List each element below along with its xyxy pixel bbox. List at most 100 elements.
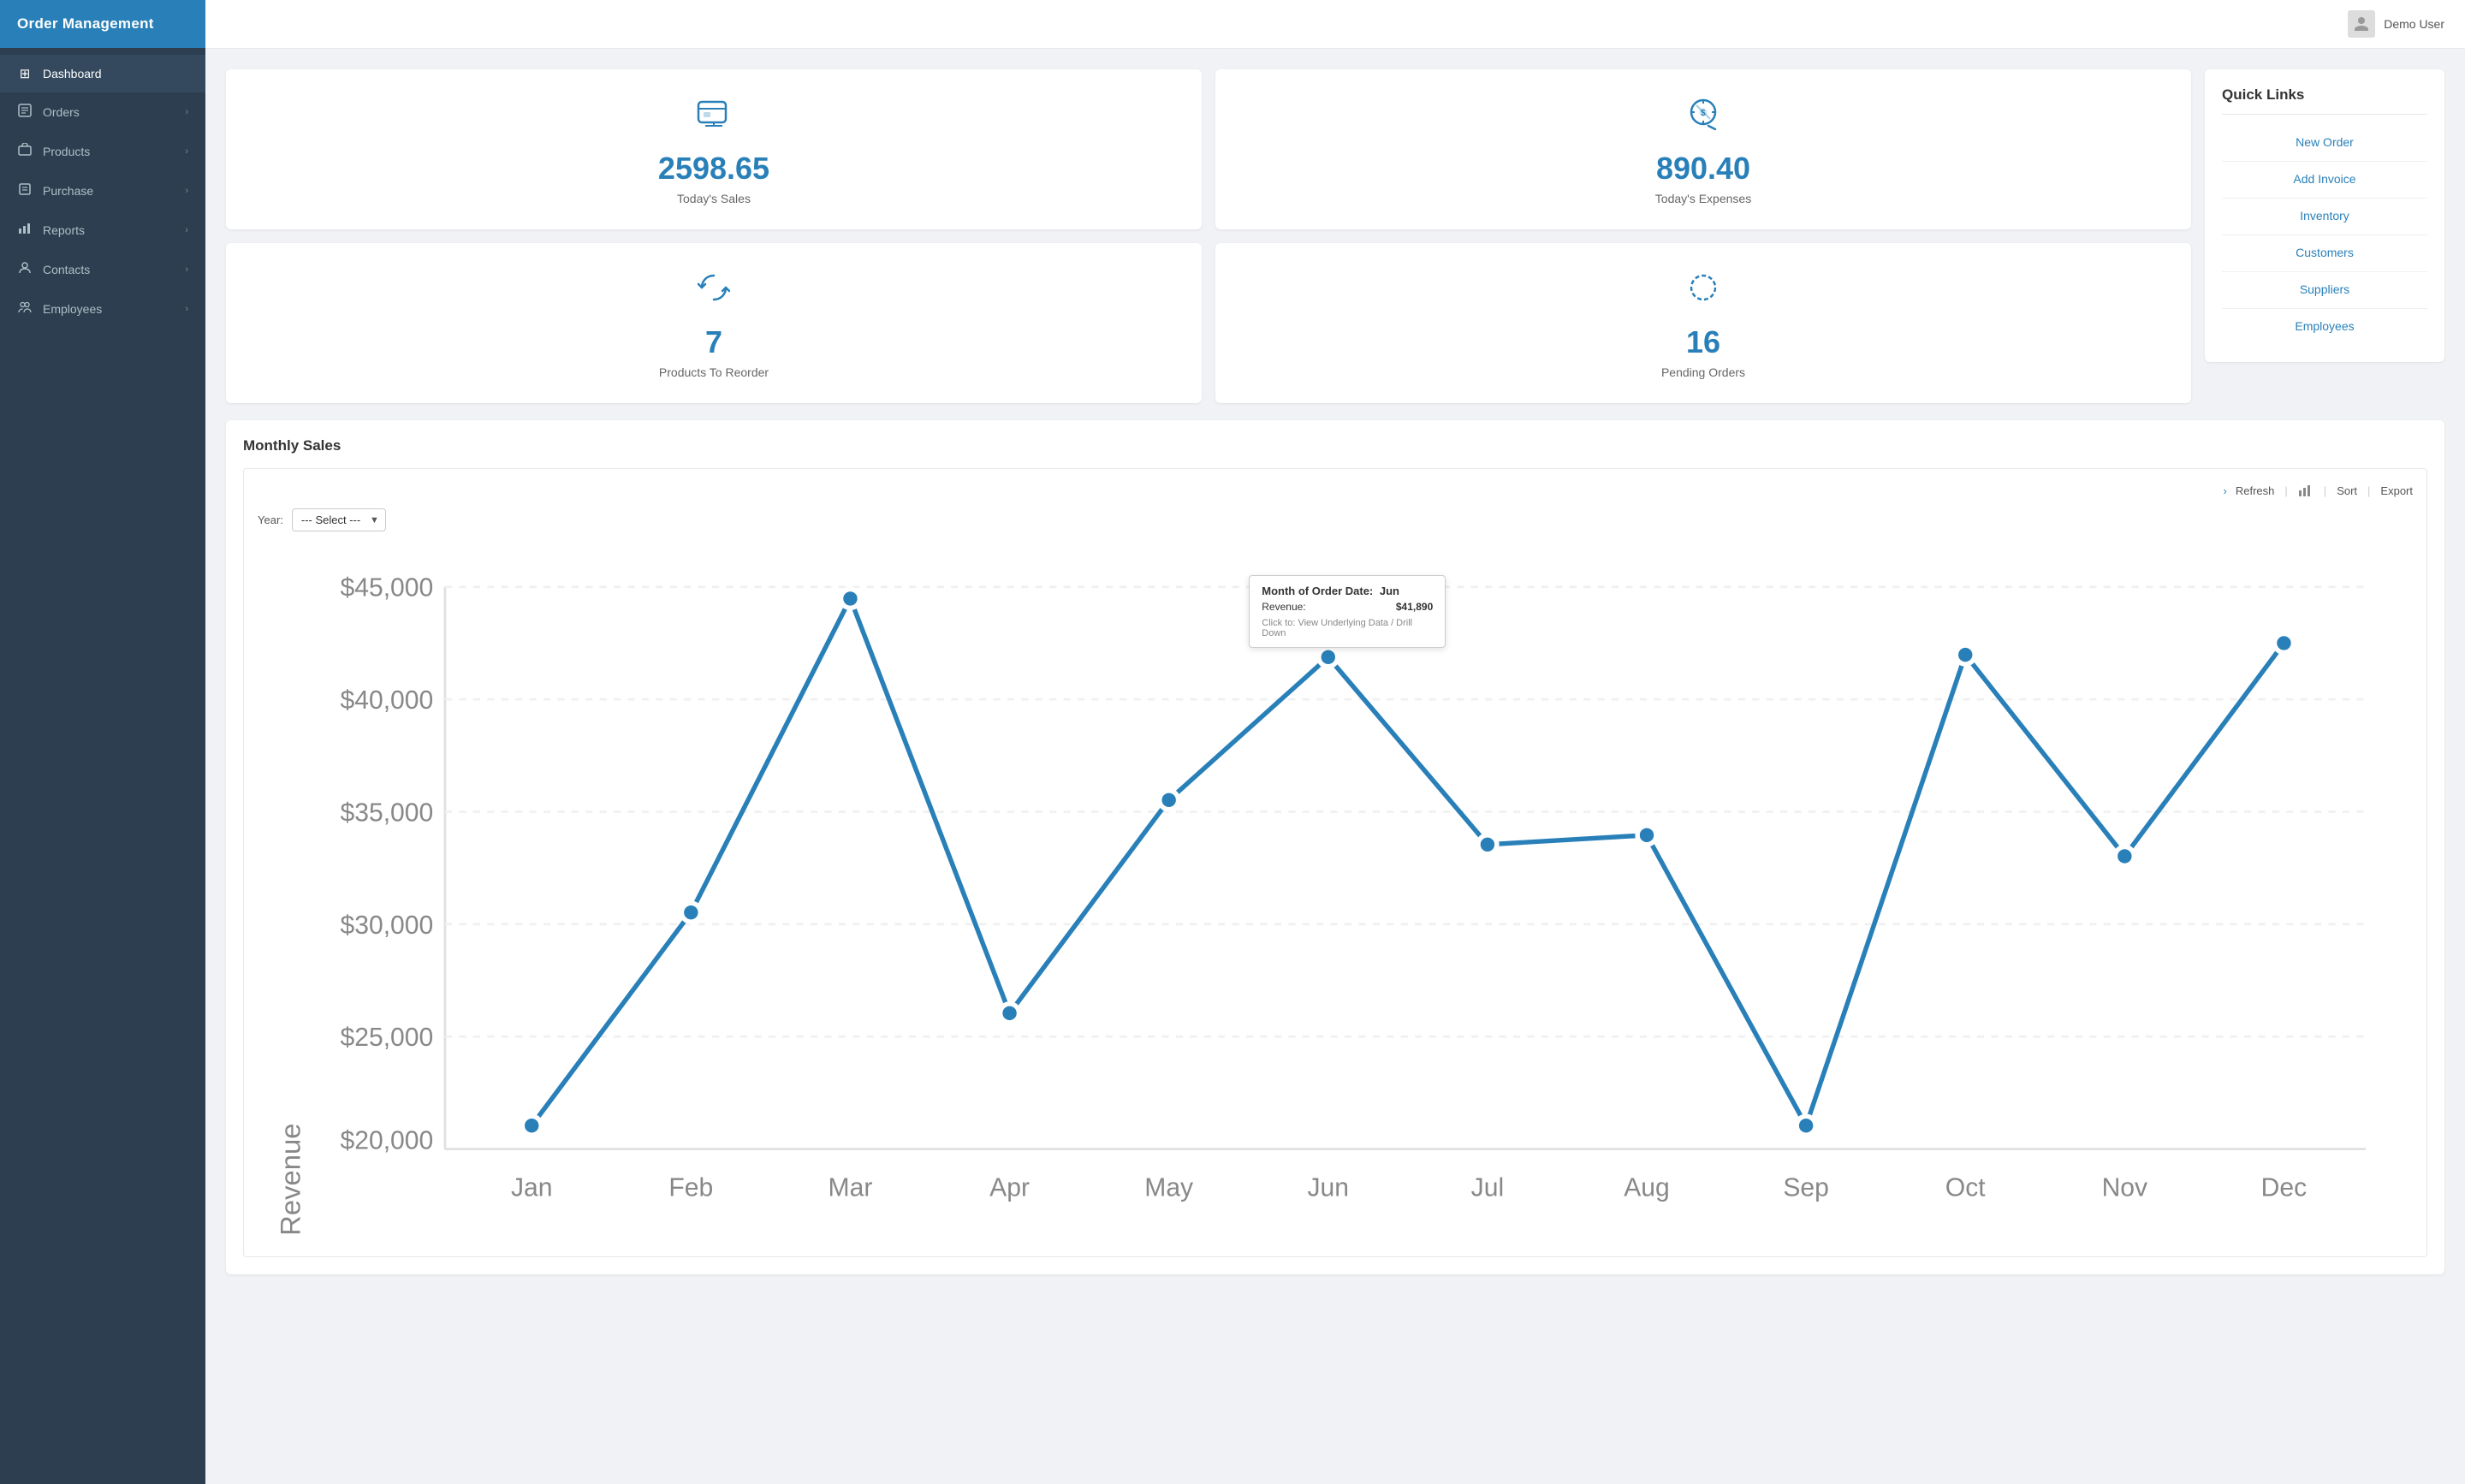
- customers-link[interactable]: Customers: [2296, 246, 2354, 259]
- x-label-jun: Jun: [1308, 1173, 1350, 1202]
- quick-link-add-invoice[interactable]: Add Invoice: [2222, 162, 2427, 199]
- data-point-mar[interactable]: [841, 589, 860, 608]
- year-select[interactable]: --- Select --- 2023 2022 2021: [292, 508, 386, 531]
- quick-link-suppliers[interactable]: Suppliers: [2222, 272, 2427, 309]
- expenses-icon: $: [1683, 93, 1724, 142]
- dashboard-icon: ⊞: [17, 66, 33, 81]
- avatar: [2348, 10, 2375, 38]
- orders-icon: [17, 104, 33, 121]
- year-label: Year:: [258, 513, 283, 526]
- user-info: Demo User: [2348, 10, 2444, 38]
- data-point-jan[interactable]: [522, 1116, 541, 1135]
- x-label-apr: Apr: [989, 1173, 1030, 1202]
- sidebar-label-reports: Reports: [43, 223, 85, 237]
- sidebar-item-contacts[interactable]: Contacts ›: [0, 250, 205, 289]
- sidebar-label-employees: Employees: [43, 302, 102, 316]
- stat-card-pending: 16 Pending Orders: [1215, 243, 2191, 403]
- refresh-button[interactable]: Refresh: [2236, 484, 2275, 497]
- sidebar-label-contacts: Contacts: [43, 263, 90, 276]
- stat-card-sales: 2598.65 Today's Sales: [226, 69, 1202, 229]
- quick-links-title: Quick Links: [2222, 86, 2427, 115]
- data-point-feb[interactable]: [681, 903, 700, 922]
- data-point-aug[interactable]: [1637, 826, 1656, 845]
- expenses-label: Today's Expenses: [1655, 192, 1751, 205]
- x-label-dec: Dec: [2261, 1173, 2308, 1202]
- sidebar-item-orders[interactable]: Orders ›: [0, 92, 205, 132]
- stat-card-reorder: 7 Products To Reorder: [226, 243, 1202, 403]
- sidebar-item-dashboard[interactable]: ⊞ Dashboard: [0, 55, 205, 92]
- y-label-30k: $30,000: [340, 911, 433, 940]
- data-point-jun[interactable]: [1319, 648, 1338, 667]
- sales-label: Today's Sales: [677, 192, 751, 205]
- x-label-feb: Feb: [668, 1173, 713, 1202]
- arrow-icon-products: ›: [185, 146, 188, 157]
- stat-card-expenses: $ 890.40 Today's Expenses: [1215, 69, 2191, 229]
- arrow-icon-reports: ›: [185, 225, 188, 235]
- toolbar-sep1: |: [2284, 484, 2287, 497]
- sidebar-label-dashboard: Dashboard: [43, 67, 102, 80]
- data-point-oct[interactable]: [1956, 645, 1975, 664]
- toolbar-sep3: |: [2367, 484, 2370, 497]
- arrow-icon-purchase: ›: [185, 186, 188, 196]
- reorder-icon: [693, 267, 734, 316]
- purchase-icon: [17, 182, 33, 199]
- arrow-icon-employees: ›: [185, 304, 188, 314]
- toolbar-sep2: |: [2324, 484, 2326, 497]
- employees-link[interactable]: Employees: [2295, 319, 2354, 333]
- data-point-sep[interactable]: [1797, 1116, 1815, 1135]
- y-label-45k: $45,000: [340, 574, 433, 603]
- quick-link-employees[interactable]: Employees: [2222, 309, 2427, 345]
- sort-button[interactable]: Sort: [2337, 484, 2357, 497]
- add-invoice-link[interactable]: Add Invoice: [2293, 172, 2355, 186]
- x-label-jan: Jan: [511, 1173, 553, 1202]
- quick-link-inventory[interactable]: Inventory: [2222, 199, 2427, 235]
- pending-value: 16: [1686, 324, 1720, 360]
- x-label-mar: Mar: [829, 1173, 873, 1202]
- sidebar-item-reports[interactable]: Reports ›: [0, 211, 205, 250]
- sidebar-item-employees[interactable]: Employees ›: [0, 289, 205, 329]
- y-label-25k: $25,000: [340, 1024, 433, 1052]
- data-point-nov[interactable]: [2115, 847, 2134, 866]
- sidebar-label-orders: Orders: [43, 105, 80, 119]
- x-label-may: May: [1144, 1173, 1193, 1202]
- pending-icon: [1683, 267, 1724, 316]
- export-button[interactable]: Export: [2380, 484, 2413, 497]
- x-label-jul: Jul: [1471, 1173, 1504, 1202]
- quick-link-new-order[interactable]: New Order: [2222, 125, 2427, 162]
- sidebar-label-products: Products: [43, 145, 90, 158]
- sidebar-item-purchase[interactable]: Purchase ›: [0, 171, 205, 211]
- pending-label: Pending Orders: [1661, 365, 1745, 379]
- sales-icon: [693, 93, 734, 142]
- chart-chevron: ›: [2224, 484, 2227, 497]
- employees-icon: [17, 300, 33, 318]
- data-point-dec[interactable]: [2275, 633, 2294, 652]
- top-row: 2598.65 Today's Sales $: [226, 69, 2444, 403]
- y-axis-label: Revenue: [274, 1123, 306, 1235]
- sidebar-item-products[interactable]: Products ›: [0, 132, 205, 171]
- expenses-value: 890.40: [1656, 151, 1750, 187]
- line-chart[interactable]: Revenue $45,000 $40,000 $35,000: [258, 540, 2413, 1243]
- dashboard-content: 2598.65 Today's Sales $: [205, 49, 2465, 1484]
- x-label-oct: Oct: [1945, 1173, 1986, 1202]
- contacts-icon: [17, 261, 33, 278]
- inventory-link[interactable]: Inventory: [2300, 209, 2349, 223]
- suppliers-link[interactable]: Suppliers: [2300, 282, 2349, 296]
- monthly-sales-section: Monthly Sales › Refresh | | Sort | Expor…: [226, 420, 2444, 1274]
- quick-link-customers[interactable]: Customers: [2222, 235, 2427, 272]
- arrow-icon-contacts: ›: [185, 264, 188, 275]
- data-point-may[interactable]: [1160, 791, 1179, 810]
- x-label-sep: Sep: [1783, 1173, 1829, 1202]
- sidebar: Order Management ⊞ Dashboard Orders: [0, 0, 205, 1484]
- data-point-apr[interactable]: [1001, 1004, 1019, 1023]
- reorder-label: Products To Reorder: [659, 365, 769, 379]
- main-content: Demo User 2598.65: [205, 0, 2465, 1484]
- products-icon: [17, 143, 33, 160]
- chart-type-icon[interactable]: [2298, 483, 2314, 498]
- reports-icon: [17, 222, 33, 239]
- stat-cards-grid: 2598.65 Today's Sales $: [226, 69, 2191, 403]
- user-name: Demo User: [2384, 17, 2444, 31]
- data-point-jul[interactable]: [1478, 835, 1497, 854]
- app-header: Order Management: [0, 0, 205, 48]
- x-label-nov: Nov: [2102, 1173, 2148, 1202]
- new-order-link[interactable]: New Order: [2296, 135, 2354, 149]
